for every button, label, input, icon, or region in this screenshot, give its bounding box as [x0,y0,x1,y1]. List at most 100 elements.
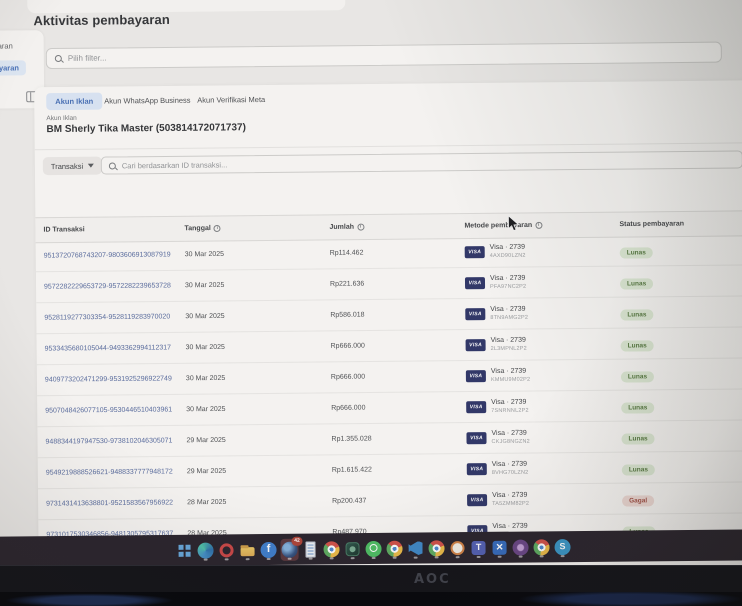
payment-method-label: Visa · 2739 [490,306,528,315]
transaction-amount: Rp114.462 [330,250,364,257]
visa-icon: VISA [466,432,486,444]
account-type-label: Akun Iklan [46,115,76,122]
chrome-profile3-icon[interactable] [427,537,445,559]
chevron-down-icon [88,164,94,168]
mouse-cursor [507,215,519,238]
table-body: 9513720768743207-9803606913087919 30 Mar… [36,234,742,551]
monitor-bezel: AOC [0,565,742,593]
transaksi-dropdown-button[interactable]: Transaksi [43,157,102,176]
vscode-icon[interactable] [406,537,424,559]
status-badge: Lunas [620,247,653,258]
transaction-search-placeholder: Cari berdasarkan ID transaksi... [122,160,228,170]
info-icon[interactable] [357,224,364,231]
column-header-status[interactable]: Status pembayaran [619,220,684,228]
info-icon[interactable] [535,222,542,229]
tab-akun-iklan[interactable]: Akun Iklan [46,93,102,111]
monitor-brand-logo: AOC [414,572,451,587]
payment-method-label: Visa · 2739 [492,492,529,501]
payment-method-label: Visa · 2739 [492,523,529,532]
search-icon [109,162,116,169]
transaction-date: 30 Mar 2025 [186,344,225,351]
column-header-id[interactable]: ID Transaksi [43,226,84,233]
transaction-date: 30 Mar 2025 [185,282,224,289]
monitor-screen: aran yaran Aktivitas pembayaran Pilih fi… [0,0,742,565]
transaction-id-link[interactable]: 9409773202471299-9531925296922749 [45,375,172,383]
teams-icon[interactable] [469,536,487,558]
info-icon[interactable] [214,225,221,232]
vault-icon[interactable] [343,538,361,560]
transaction-amount: Rp586.018 [330,312,364,319]
orange-ring-icon[interactable] [448,537,466,559]
transaction-amount: Rp666.000 [331,374,365,381]
payment-reference-code: 4AXD90LZN2 [490,252,526,259]
account-name: BM Sherly Tika Master (503814172071737) [46,122,245,135]
tab-akun-verifikasi-meta[interactable]: Akun Verifikasi Meta [197,95,265,105]
file-explorer-icon[interactable] [238,539,256,561]
photo-of-monitor: aran yaran Aktivitas pembayaran Pilih fi… [0,0,742,606]
payment-method-cell: VISA Visa · 2739 2L3MPNL2P2 [466,337,527,353]
transaction-amount: Rp200.437 [332,498,366,505]
filter-placeholder: Pilih filter... [68,54,107,63]
sidebar-item-pembayaran-active[interactable]: yaran [0,60,26,75]
payment-method-cell: VISA Visa · 2739 PFA97NC2P2 [465,275,526,291]
skype-icon[interactable] [553,536,571,558]
transaction-search-input[interactable]: Cari berdasarkan ID transaksi... [101,150,742,174]
divider [35,142,742,150]
transaction-id-link[interactable]: 9507048426077105-9530446510403961 [45,406,172,414]
visa-icon: VISA [467,494,487,506]
start-icon[interactable] [175,539,193,561]
column-header-tanggal[interactable]: Tanggal [184,225,220,232]
transaction-date: 30 Mar 2025 [186,375,225,382]
visa-icon: VISA [465,277,485,289]
transaction-date: 29 Mar 2025 [187,468,226,475]
payment-method-cell: VISA Visa · 2739 TA5ZMM82P2 [467,492,529,508]
visa-icon: VISA [467,463,487,475]
page-title: Aktivitas pembayaran [33,12,170,28]
transaction-id-link[interactable]: 9488344197947530-9738102046305071 [45,437,172,445]
desk-background [0,592,742,606]
transaction-id-link[interactable]: 9533435680105044-9493362994112317 [45,344,171,352]
chrome-profile4-icon[interactable] [532,536,550,558]
payment-activity-card: Akun Iklan Akun WhatsApp Business Akun V… [34,80,742,565]
transaction-amount: Rp666.000 [331,405,365,412]
status-badge: Lunas [621,402,654,413]
payment-reference-code: 2L3MPNL2P2 [491,345,527,352]
windows-taskbar: 42 [0,529,742,565]
top-white-strip [27,0,345,13]
sidebar-item-truncated[interactable]: aran [0,41,13,50]
payment-reference-code: KMMU9M02P2 [491,376,530,383]
payment-method-cell: VISA Visa · 2739 4AXD90LZN2 [465,244,526,260]
transaction-id-link[interactable]: 9549219888526621-9488337777948172 [46,468,173,476]
status-badge: Lunas [620,309,653,320]
blue-x-icon[interactable] [490,536,508,558]
globe-browser-icon[interactable]: 42 [280,538,298,560]
column-header-metode[interactable]: Metode pembayaran [464,222,542,230]
visa-icon: VISA [466,401,486,413]
payment-reference-code: CKJG8NGZN2 [492,438,530,445]
transaction-date: 30 Mar 2025 [185,251,224,258]
payment-method-label: Visa · 2739 [491,399,529,408]
transaction-id-link[interactable]: 9528119277303354-9528119283970020 [44,313,170,321]
payment-method-cell: VISA Visa · 2739 CKJG8NGZN2 [466,430,530,446]
transaksi-dropdown-label: Transaksi [51,161,83,170]
transaction-amount: Rp1.615.422 [332,467,372,474]
chrome-profile2-icon[interactable] [385,537,403,559]
visa-icon: VISA [466,370,486,382]
filter-input[interactable]: Pilih filter... [46,42,722,69]
payment-method-cell: VISA Visa · 2739 8TN9AMG2P2 [465,306,528,322]
transaction-id-link[interactable]: 9731431413638801-9521583567956922 [46,499,173,507]
transaction-date: 30 Mar 2025 [185,313,224,320]
transaction-id-link[interactable]: 9513720768743207-9803606913087919 [44,251,171,259]
purple-cam-icon[interactable] [511,536,529,558]
transaction-amount: Rp221.636 [330,281,364,288]
notepad-icon[interactable] [301,538,319,560]
column-header-jumlah[interactable]: Jumlah [329,224,364,231]
payment-method-label: Visa · 2739 [490,275,526,284]
transaction-id-link[interactable]: 9572282229653729-9572282239653728 [44,282,171,290]
facebook-icon[interactable] [259,538,277,560]
chrome-profile1-icon[interactable] [322,538,340,560]
tab-akun-whatsapp-business[interactable]: Akun WhatsApp Business [104,96,190,106]
edge-icon[interactable] [196,539,214,561]
whatsapp-icon[interactable] [364,537,382,559]
opera-icon[interactable] [217,539,235,561]
